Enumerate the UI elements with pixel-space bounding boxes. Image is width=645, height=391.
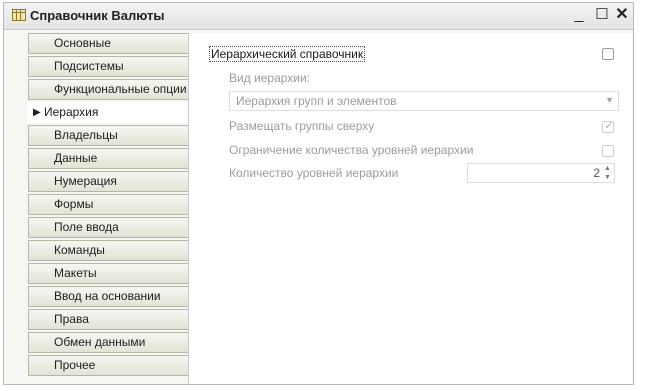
close-button[interactable]: ✕ [612, 5, 632, 25]
tab-label: Прочее [54, 358, 96, 372]
limit-levels-label: Ограничение количества уровней иерархии [229, 143, 474, 157]
tab-label: Поле ввода [54, 220, 119, 234]
groups-on-top-label: Размещать группы сверху [229, 119, 375, 133]
hierarchy-panel: Иерархический справочник Вид иерархии: И… [188, 33, 632, 384]
triangle-right-icon: ▶ [33, 107, 41, 118]
window-title: Справочник Валюты [30, 8, 165, 23]
dropdown-arrow-icon: ▼ [605, 95, 614, 105]
tab-label: Функциональные опции [54, 82, 187, 96]
tab-makety[interactable]: Макеты [28, 263, 188, 284]
tab-label: Нумерация [54, 174, 117, 188]
levels-count-label: Количество уровней иерархии [229, 166, 399, 180]
catalog-table-icon [12, 9, 26, 21]
catalog-window: Справочник Валюты _ ☐ ✕ Основные Подсист… [3, 2, 634, 385]
tab-label: Команды [54, 243, 105, 257]
title-bar[interactable]: Справочник Валюты _ ☐ ✕ [4, 3, 633, 30]
tab-label: Основные [54, 36, 111, 50]
tab-podsistemy[interactable]: Подсистемы [28, 56, 188, 77]
hierarchy-type-value: Иерархия групп и элементов [236, 94, 397, 108]
tab-ierarkhiya[interactable]: ▶ Иерархия [28, 102, 188, 123]
tab-prochee[interactable]: Прочее [28, 355, 188, 376]
tab-osnovnye[interactable]: Основные [28, 33, 188, 54]
hierarchical-catalog-label[interactable]: Иерархический справочник [209, 46, 366, 62]
tab-funktsionalnye-optsii[interactable]: Функциональные опции [28, 79, 188, 100]
limit-levels-checkbox [602, 145, 614, 157]
checkmark-icon: ✓ [604, 120, 614, 132]
tab-label: Ввод на основании [54, 289, 161, 303]
tab-komandy[interactable]: Команды [28, 240, 188, 261]
tabs-sidebar: Основные Подсистемы Функциональные опции… [28, 33, 188, 384]
levels-count-value: 2 [593, 166, 600, 180]
tab-numeratsiya[interactable]: Нумерация [28, 171, 188, 192]
tab-dannye[interactable]: Данные [28, 148, 188, 169]
hierarchy-type-select: Иерархия групп и элементов ▼ [229, 91, 619, 111]
tab-vladeltsy[interactable]: Владельцы [28, 125, 188, 146]
tab-label: Иерархия [44, 105, 99, 119]
levels-count-spinner: 2 ▲ ▼ [467, 163, 615, 183]
tab-label: Права [54, 312, 89, 326]
tab-label: Макеты [54, 266, 97, 280]
hierarchy-type-label: Вид иерархии: [229, 71, 311, 85]
minimize-button[interactable]: _ [569, 5, 589, 25]
tab-label: Подсистемы [54, 59, 124, 73]
tab-formy[interactable]: Формы [28, 194, 188, 215]
tab-label: Владельцы [54, 128, 118, 142]
tab-label: Формы [54, 197, 94, 211]
groups-on-top-checkbox: ✓ [602, 120, 614, 133]
tab-vvod-na-osnovanii[interactable]: Ввод на основании [28, 286, 188, 307]
spin-arrows-icon: ▲ ▼ [604, 165, 611, 181]
tab-label: Обмен данными [54, 335, 146, 349]
tab-obmen-dannymi[interactable]: Обмен данными [28, 332, 188, 353]
tab-pole-vvoda[interactable]: Поле ввода [28, 217, 188, 238]
hierarchical-catalog-checkbox[interactable] [602, 48, 614, 60]
tab-prava[interactable]: Права [28, 309, 188, 330]
tab-label: Данные [54, 151, 98, 165]
maximize-button[interactable]: ☐ [592, 5, 612, 25]
